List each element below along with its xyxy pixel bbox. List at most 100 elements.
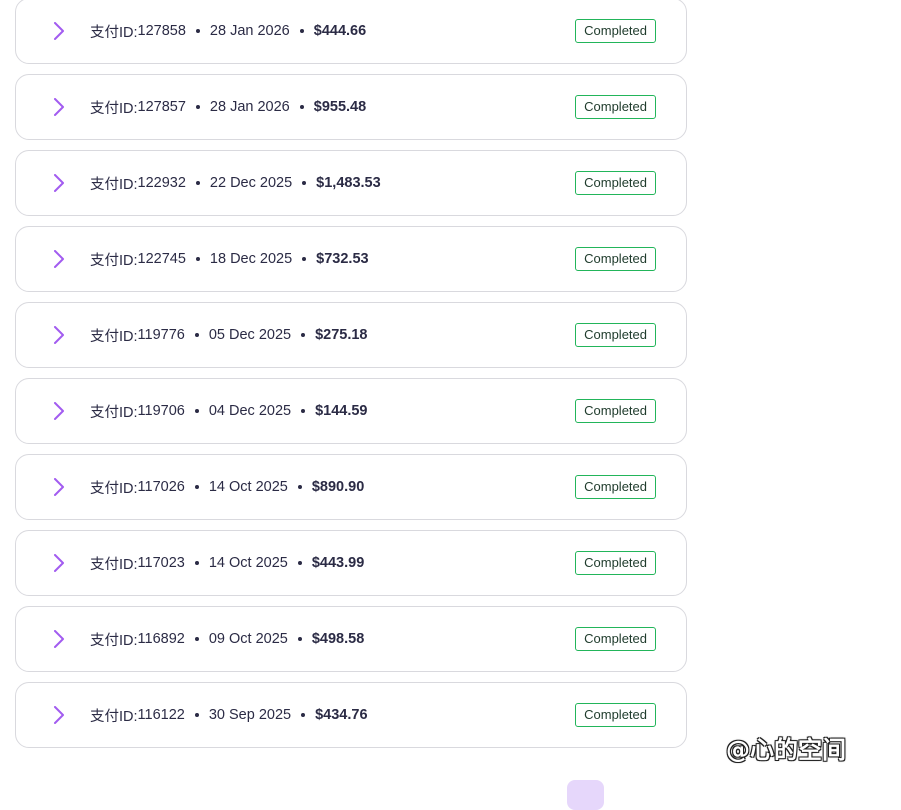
separator-dot — [194, 333, 199, 337]
chevron-right-icon[interactable] — [52, 174, 66, 192]
separator-dot — [297, 485, 302, 489]
payment-date: 14 Oct 2025 — [208, 479, 288, 495]
payment-id: 116892 — [137, 631, 185, 647]
chevron-right-icon[interactable] — [52, 554, 66, 572]
payment-id: 122745 — [137, 251, 186, 267]
separator-dot — [297, 637, 302, 641]
payment-row-116892[interactable]: 支付ID: 116892 09 Oct 2025 $498.58 Complet… — [15, 606, 687, 672]
payment-id-label: 支付ID: — [90, 100, 138, 117]
separator-dot — [195, 29, 200, 33]
payment-id-label: 支付ID: — [90, 328, 138, 345]
payment-amount: $444.66 — [313, 23, 367, 39]
watermark: @心的空间 — [726, 736, 846, 764]
payment-amount: $732.53 — [316, 251, 369, 267]
payment-row-119706[interactable]: 支付ID: 119706 04 Dec 2025 $144.59 Complet… — [15, 378, 687, 444]
status-badge: Completed — [575, 19, 656, 43]
payment-id: 117026 — [137, 479, 185, 495]
chevron-right-icon[interactable] — [52, 478, 66, 496]
payment-summary: 支付ID: 119776 05 Dec 2025 $275.18 — [90, 303, 368, 367]
payment-row-122745[interactable]: 支付ID: 122745 18 Dec 2025 $732.53 Complet… — [15, 226, 687, 292]
payment-date: 04 Dec 2025 — [208, 403, 292, 419]
separator-dot — [194, 637, 199, 641]
separator-dot — [195, 257, 200, 261]
payment-row-117023[interactable]: 支付ID: 117023 14 Oct 2025 $443.99 Complet… — [15, 530, 687, 596]
status-badge: Completed — [575, 703, 656, 727]
payment-amount: $144.59 — [315, 403, 368, 419]
payment-summary: 支付ID: 116122 30 Sep 2025 $434.76 — [90, 683, 368, 747]
payment-id-label: 支付ID: — [90, 176, 138, 193]
status-badge: Completed — [575, 627, 656, 651]
payment-date: 14 Oct 2025 — [208, 555, 288, 571]
payment-id-label: 支付ID: — [90, 708, 138, 725]
payment-summary: 支付ID: 117023 14 Oct 2025 $443.99 — [90, 531, 364, 595]
payment-summary: 支付ID: 116892 09 Oct 2025 $498.58 — [90, 607, 364, 671]
payment-id-label: 支付ID: — [90, 632, 138, 649]
payment-date: 18 Dec 2025 — [209, 251, 293, 267]
payment-amount: $275.18 — [315, 327, 368, 343]
separator-dot — [297, 561, 302, 565]
payment-amount: $955.48 — [313, 99, 367, 115]
payment-id: 116122 — [137, 707, 185, 723]
status-badge: Completed — [575, 475, 656, 499]
payment-row-117026[interactable]: 支付ID: 117026 14 Oct 2025 $890.90 Complet… — [15, 454, 687, 520]
payment-summary: 支付ID: 127858 28 Jan 2026 $444.66 — [90, 0, 366, 63]
payment-summary: 支付ID: 122932 22 Dec 2025 $1,483.53 — [90, 151, 381, 215]
payment-date: 28 Jan 2026 — [209, 23, 290, 39]
payment-amount: $890.90 — [311, 479, 365, 495]
separator-dot — [301, 409, 306, 413]
payment-id: 127858 — [137, 23, 186, 39]
chevron-right-icon[interactable] — [52, 630, 66, 648]
payment-amount: $443.99 — [311, 555, 365, 571]
chevron-right-icon[interactable] — [52, 22, 66, 40]
payment-row-119776[interactable]: 支付ID: 119776 05 Dec 2025 $275.18 Complet… — [15, 302, 687, 368]
separator-dot — [302, 257, 307, 261]
payment-list: 支付ID: 127858 28 Jan 2026 $444.66 Complet… — [15, 0, 687, 758]
status-badge: Completed — [575, 171, 656, 195]
status-badge: Completed — [575, 399, 656, 423]
payment-row-116122[interactable]: 支付ID: 116122 30 Sep 2025 $434.76 Complet… — [15, 682, 687, 748]
payment-date: 30 Sep 2025 — [208, 707, 292, 723]
payment-date: 09 Oct 2025 — [208, 631, 288, 647]
payment-summary: 支付ID: 122745 18 Dec 2025 $732.53 — [90, 227, 369, 291]
payment-id: 119706 — [137, 403, 185, 419]
separator-dot — [299, 29, 304, 33]
separator-dot — [194, 561, 199, 565]
separator-dot — [299, 105, 304, 109]
payment-date: 22 Dec 2025 — [209, 175, 293, 191]
payment-id-label: 支付ID: — [90, 404, 138, 421]
status-badge: Completed — [575, 95, 656, 119]
payment-id-label: 支付ID: — [90, 252, 138, 269]
chevron-right-icon[interactable] — [52, 706, 66, 724]
chevron-right-icon[interactable] — [52, 402, 66, 420]
separator-dot — [302, 181, 307, 185]
chevron-right-icon[interactable] — [52, 250, 66, 268]
payment-row-122932[interactable]: 支付ID: 122932 22 Dec 2025 $1,483.53 Compl… — [15, 150, 687, 216]
separator-dot — [194, 485, 199, 489]
separator-dot — [195, 181, 200, 185]
payment-row-127857[interactable]: 支付ID: 127857 28 Jan 2026 $955.48 Complet… — [15, 74, 687, 140]
payment-row-127858[interactable]: 支付ID: 127858 28 Jan 2026 $444.66 Complet… — [15, 0, 687, 64]
status-badge: Completed — [575, 551, 656, 575]
payment-id: 127857 — [137, 99, 186, 115]
pagination-button-active[interactable] — [567, 780, 604, 810]
payment-summary: 支付ID: 117026 14 Oct 2025 $890.90 — [90, 455, 364, 519]
payment-id: 117023 — [137, 555, 185, 571]
status-badge: Completed — [575, 247, 656, 271]
payment-date: 05 Dec 2025 — [208, 327, 292, 343]
payment-id-label: 支付ID: — [90, 480, 138, 497]
payment-id-label: 支付ID: — [90, 556, 138, 573]
payment-id: 122932 — [137, 175, 186, 191]
separator-dot — [194, 409, 199, 413]
payment-amount: $434.76 — [315, 707, 368, 723]
payment-amount: $498.58 — [311, 631, 365, 647]
separator-dot — [301, 333, 306, 337]
chevron-right-icon[interactable] — [52, 98, 66, 116]
payment-id-label: 支付ID: — [90, 24, 138, 41]
chevron-right-icon[interactable] — [52, 326, 66, 344]
separator-dot — [301, 713, 306, 717]
payment-id: 119776 — [137, 327, 185, 343]
separator-dot — [195, 105, 200, 109]
status-badge: Completed — [575, 323, 656, 347]
payment-amount: $1,483.53 — [316, 175, 381, 191]
payment-summary: 支付ID: 127857 28 Jan 2026 $955.48 — [90, 75, 366, 139]
